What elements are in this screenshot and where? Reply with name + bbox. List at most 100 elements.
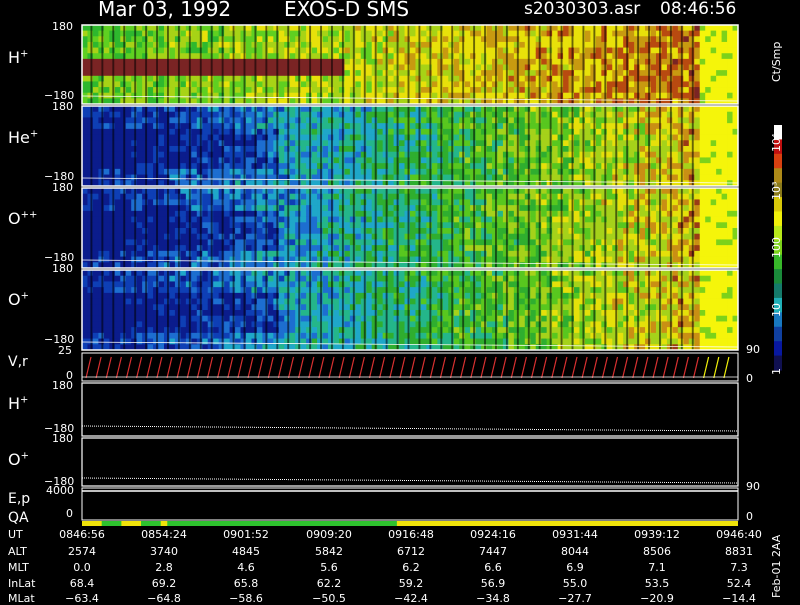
spin-stripe <box>505 25 508 104</box>
heatmap-cell <box>442 210 449 217</box>
heatmap-cell <box>513 117 520 124</box>
heatmap-cell <box>448 188 455 195</box>
heatmap-cell <box>584 58 591 65</box>
heatmap-cell <box>705 81 712 88</box>
heatmap-cell <box>344 188 351 195</box>
heatmap-cell <box>431 233 438 240</box>
heatmap-cell <box>404 87 411 94</box>
heatmap-cell <box>524 128 531 135</box>
heatmap-cell <box>377 256 384 263</box>
heatmap-cell <box>502 193 509 200</box>
heatmap-cell <box>442 174 449 181</box>
heatmap-cell <box>355 245 362 252</box>
heatmap-cell <box>207 193 214 200</box>
heatmap-cell <box>541 123 548 130</box>
heatmap-cell <box>174 157 181 164</box>
heatmap-cell <box>82 117 88 124</box>
spin-stripe <box>407 106 410 186</box>
heatmap-cell <box>502 41 509 48</box>
heatmap-cell <box>295 106 302 113</box>
heatmap-cell <box>388 134 394 141</box>
heatmap-cell <box>338 41 345 48</box>
heatmap-cell <box>437 41 444 48</box>
spin-stripe <box>516 25 519 104</box>
heatmap-cell <box>349 47 356 54</box>
heatmap-cell <box>311 47 318 54</box>
heatmap-cell <box>721 64 728 71</box>
heatmap-cell <box>267 134 274 141</box>
heatmap-cell <box>590 30 597 37</box>
heatmap-cell <box>300 123 307 130</box>
heatmap-cell <box>470 233 476 240</box>
heatmap-cell <box>579 81 586 88</box>
heatmap-cell <box>158 111 165 118</box>
heatmap-cell <box>109 128 116 135</box>
heatmap-cell <box>656 25 662 32</box>
heatmap-cell <box>628 168 635 175</box>
heatmap-cell <box>256 41 263 48</box>
heatmap-cell <box>180 128 187 135</box>
heatmap-cell <box>524 157 531 164</box>
heatmap-cell <box>519 81 526 88</box>
heatmap-cell <box>420 41 427 48</box>
heatmap-cell <box>120 64 127 71</box>
heatmap-cell <box>470 25 476 32</box>
heatmap-cell <box>546 30 553 37</box>
heatmap-cell <box>584 163 591 170</box>
heatmap-cell <box>360 157 367 164</box>
heatmap-cell <box>606 123 613 130</box>
heatmap-cell <box>426 210 433 217</box>
heatmap-cell <box>492 199 498 206</box>
heatmap-cell <box>393 25 400 32</box>
heatmap-cell <box>164 228 170 235</box>
spin-stripe <box>659 106 661 186</box>
heatmap-cell <box>508 30 515 37</box>
heatmap-cell <box>688 128 695 135</box>
heatmap-cell <box>410 41 416 48</box>
heatmap-cell <box>442 168 449 175</box>
heatmap-cell <box>371 134 378 141</box>
heatmap-cell <box>568 134 575 141</box>
heatmap-cell <box>415 87 422 94</box>
heatmap-cell <box>322 210 329 217</box>
heatmap-cell <box>448 41 455 48</box>
heatmap-cell <box>322 87 329 94</box>
heatmap-cell <box>541 210 548 217</box>
heatmap-cell <box>475 47 482 54</box>
heatmap-cell <box>349 216 356 223</box>
heatmap-cell <box>278 250 285 257</box>
heatmap-cell <box>224 146 230 153</box>
heatmap-cell <box>92 140 99 147</box>
heatmap-cell <box>623 70 630 77</box>
spin-stripe <box>549 188 552 268</box>
heatmap-cell <box>311 163 318 170</box>
heatmap-cell <box>464 233 471 240</box>
heatmap-cell <box>284 64 291 71</box>
heatmap-cell <box>563 92 569 99</box>
heatmap-cell <box>371 25 378 32</box>
heatmap-cell <box>229 193 236 200</box>
heatmap-cell <box>612 188 619 195</box>
heatmap-cell <box>497 140 504 147</box>
spin-stripe <box>429 188 432 268</box>
heatmap-cell <box>158 123 165 130</box>
heatmap-cell <box>114 233 121 240</box>
heatmap-cell <box>546 205 553 212</box>
heatmap-cell <box>393 140 400 147</box>
heatmap-cell <box>470 128 476 135</box>
heatmap-cell <box>683 81 690 88</box>
heatmap-cell <box>142 106 148 113</box>
heatmap-cell <box>207 53 214 60</box>
spin-stripe <box>331 106 333 186</box>
heatmap-cell <box>459 233 466 240</box>
heatmap-cell <box>131 216 138 223</box>
heatmap-cell <box>470 174 476 181</box>
heatmap-cell <box>377 250 384 257</box>
heatmap-cell <box>399 256 405 263</box>
heatmap-cell <box>169 70 176 77</box>
heatmap-cell <box>284 106 291 113</box>
heatmap-cell <box>120 193 127 200</box>
heatmap-cell <box>229 216 236 223</box>
heatmap-cell <box>535 256 542 263</box>
heatmap-cell <box>158 151 165 158</box>
